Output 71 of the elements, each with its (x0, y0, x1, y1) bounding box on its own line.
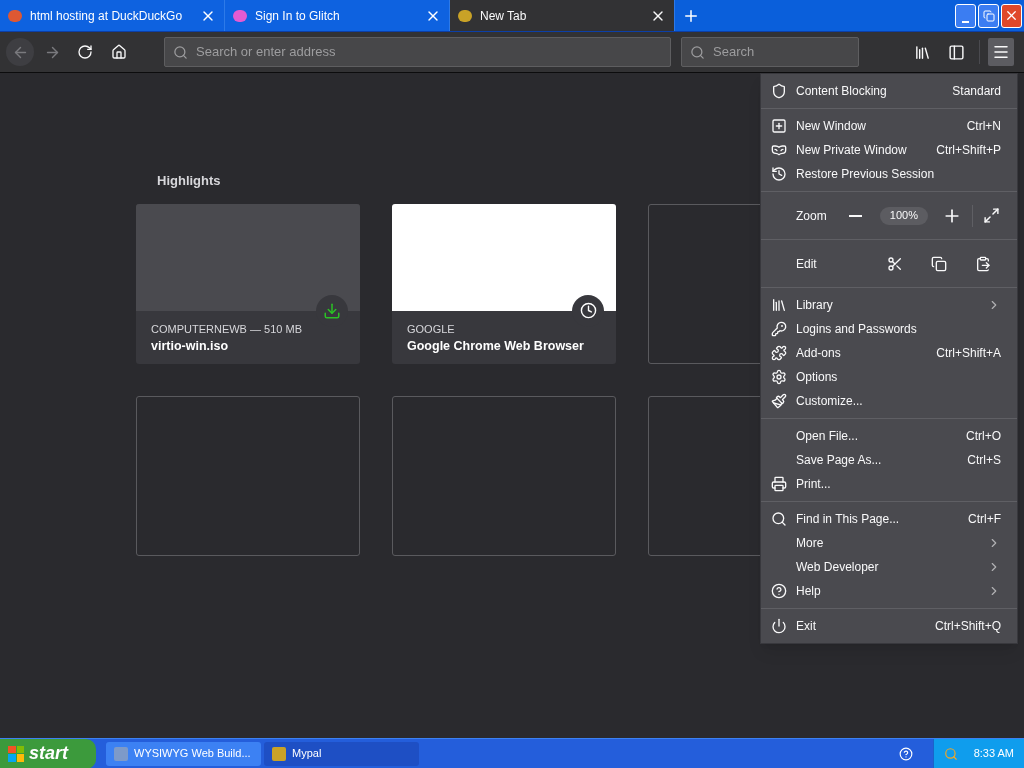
help-icon (771, 583, 787, 599)
minus-icon (849, 214, 863, 217)
menu-item[interactable]: Find in This Page... Ctrl+F (761, 507, 1017, 531)
new-window-icon (771, 118, 787, 134)
scissors-icon (887, 255, 903, 272)
help-icon (898, 746, 913, 761)
library-icon (913, 43, 931, 61)
menu-button[interactable] (988, 38, 1014, 66)
menu-item[interactable]: Restore Previous Session (761, 162, 1017, 186)
highlight-card[interactable]: COMPUTERNEWB — 510 MB virtio-win.iso (136, 203, 360, 364)
printer-icon (771, 476, 787, 492)
start-button[interactable]: start (0, 738, 96, 768)
menu-item[interactable]: New Private Window Ctrl+Shift+P (761, 138, 1017, 162)
highlight-card[interactable]: GOOGLE Google Chrome Web Browser (392, 203, 616, 364)
search-icon (771, 511, 787, 527)
card-context: COMPUTERNEWB — 510 MB (151, 321, 303, 337)
puzzle-icon (771, 345, 787, 361)
reload-icon (77, 44, 93, 60)
taskbar-button[interactable]: Mypal (264, 741, 419, 766)
back-button[interactable] (6, 38, 34, 66)
restore-icon (771, 166, 787, 182)
app-icon (272, 746, 286, 761)
browser-tab[interactable]: New Tab (450, 0, 675, 31)
restore-icon (982, 9, 995, 22)
menu-item[interactable]: Help (761, 579, 1017, 603)
menu-label: Zoom (796, 207, 828, 225)
zoom-reset-button[interactable]: 100% (879, 206, 928, 225)
search-icon (943, 746, 958, 761)
mask-icon (771, 142, 787, 158)
menu-item[interactable]: Print... (761, 472, 1017, 496)
copy-icon (931, 255, 947, 272)
section-title: Highlights (157, 172, 221, 190)
clipboard-icon (975, 255, 991, 272)
menu-item[interactable]: Save Page As... Ctrl+S (761, 448, 1017, 472)
shield-icon (771, 83, 787, 99)
expand-icon (982, 207, 1000, 224)
restore-button[interactable] (978, 3, 999, 28)
menu-icon (992, 43, 1010, 61)
menu-item[interactable]: Customize... (761, 389, 1017, 413)
menu-item[interactable]: Web Developer (761, 555, 1017, 579)
taskbar-button[interactable]: WYSIWYG Web Build... (106, 741, 261, 766)
menu-item[interactable]: Options (761, 365, 1017, 389)
key-icon (771, 321, 787, 337)
menu-item[interactable]: New Window Ctrl+N (761, 114, 1017, 138)
menu-item[interactable]: Logins and Passwords (761, 317, 1017, 341)
close-window-button[interactable] (1001, 3, 1022, 28)
settings-icon (771, 369, 787, 385)
power-icon (771, 618, 787, 634)
menu-item[interactable]: Library (761, 293, 1017, 317)
menu-item[interactable]: More (761, 531, 1017, 555)
app-icon (114, 746, 128, 761)
close-icon (1004, 8, 1019, 23)
menu-item[interactable]: Open File... Ctrl+O (761, 424, 1017, 448)
browser-tab[interactable]: Sign In to Glitch (225, 0, 450, 31)
home-icon (111, 44, 127, 60)
card-title: Google Chrome Web Browser (407, 338, 585, 355)
card-context: GOOGLE (407, 321, 456, 337)
windows-logo-icon (8, 745, 24, 762)
menu-item[interactable]: Exit Ctrl+Shift+Q (761, 614, 1017, 638)
search-icon (173, 44, 188, 60)
sidebar-icon (947, 43, 965, 61)
browser-tab[interactable]: html hosting at DuckDuckGo (0, 0, 225, 31)
menu-item[interactable]: Content Blocking Standard (761, 79, 1017, 103)
menu-item[interactable]: Add-ons Ctrl+Shift+A (761, 341, 1017, 365)
library-icon (771, 297, 787, 313)
card-title: virtio-win.iso (151, 338, 230, 355)
clock: 8:33 AM (973, 746, 1014, 762)
minimize-button[interactable] (955, 3, 976, 28)
menu-label: Edit (796, 255, 818, 273)
brush-icon (771, 393, 787, 409)
search-icon (690, 44, 705, 60)
